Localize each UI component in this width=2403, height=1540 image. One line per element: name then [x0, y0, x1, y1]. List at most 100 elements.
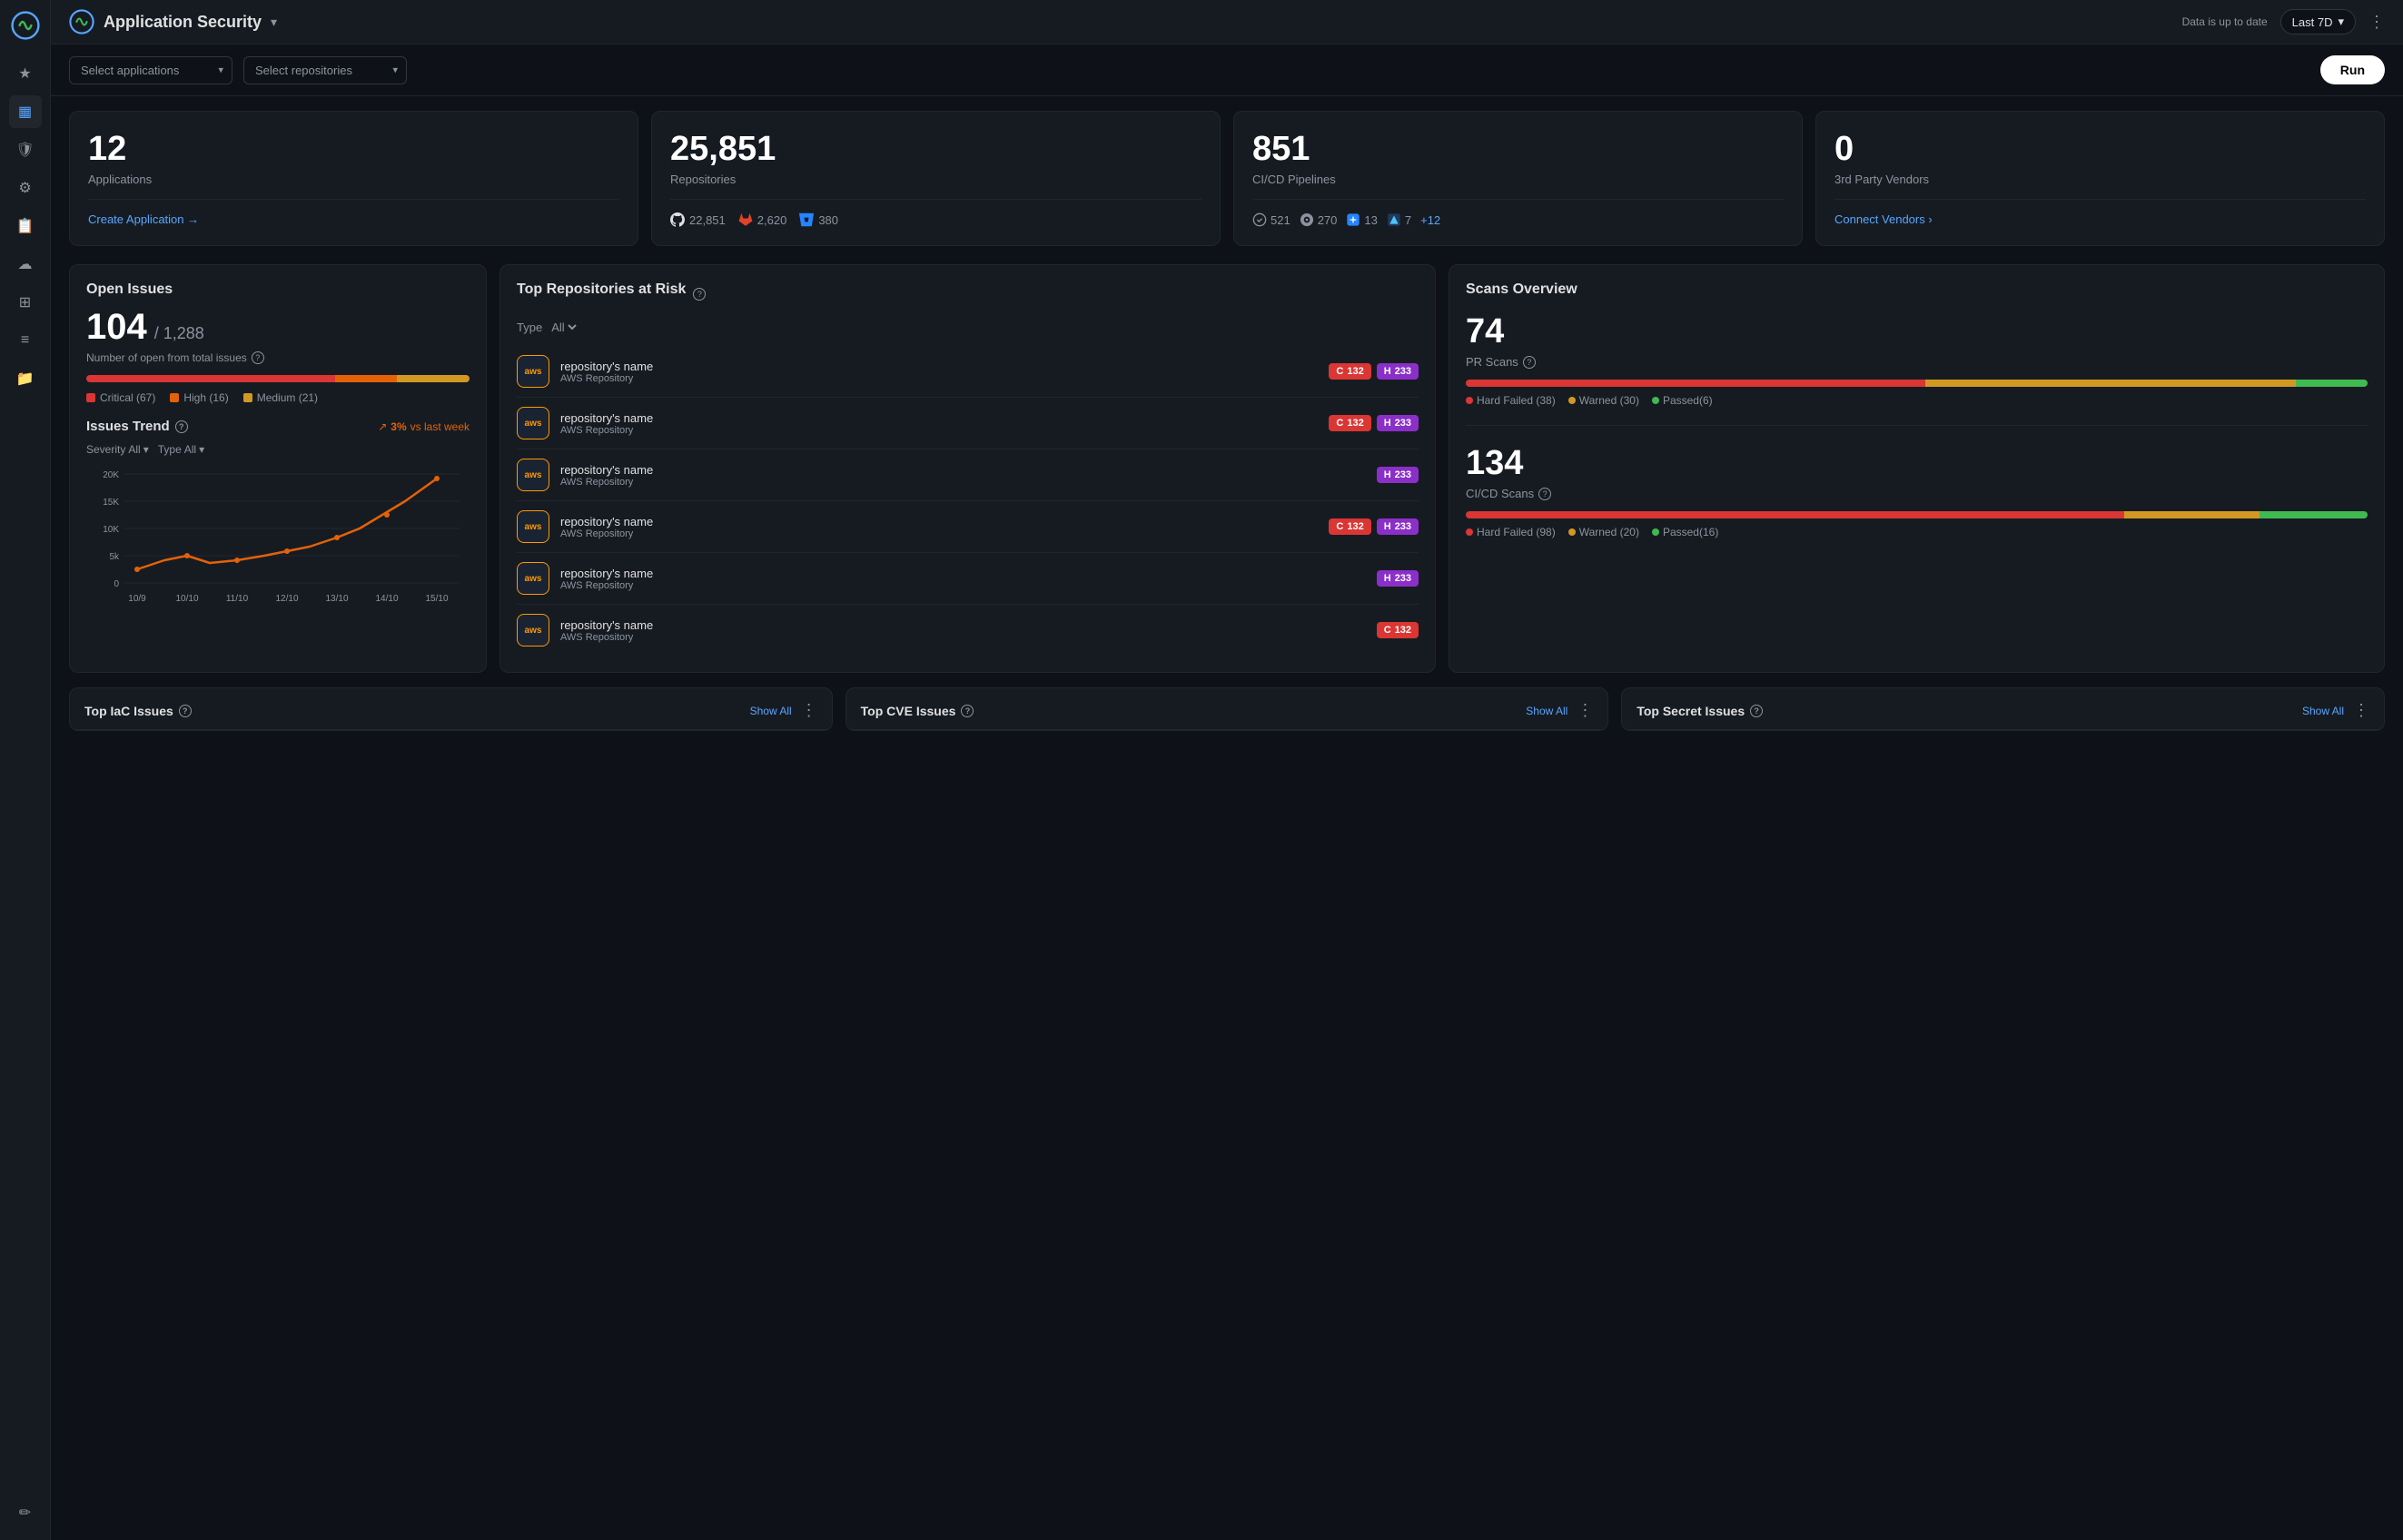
scans-title: Scans Overview [1466, 281, 2368, 298]
secret-issues-card: Top Secret Issues ? Show All ⋮ [1621, 687, 2385, 731]
sidebar-icon-gear[interactable]: ⚙ [9, 172, 42, 204]
github-icon [670, 212, 685, 227]
sidebar-icon-folder[interactable]: 📁 [9, 362, 42, 395]
repo-type: AWS Repository [560, 580, 1366, 591]
time-filter-button[interactable]: Last 7D ▾ [2280, 9, 2356, 35]
issues-trend-chart: 20K 15K 10K 5k 0 10/9 10/10 11/10 12/10 … [86, 465, 470, 628]
sidebar-icon-shield[interactable]: 🛡 [9, 133, 42, 166]
critical-badge: C 132 [1377, 622, 1419, 638]
trend-badge: ↗ 3% vs last week [378, 420, 470, 433]
applications-card: 12 Applications Create Application → [69, 111, 638, 246]
secret-help-icon[interactable]: ? [1750, 705, 1763, 717]
bottom-grid: Open Issues 104 / 1,288 Number of open f… [69, 264, 2385, 673]
sidebar-icon-cloud[interactable]: ☁ [9, 248, 42, 281]
h-label: H [1384, 573, 1391, 584]
trend-header: Issues Trend ? ↗ 3% vs last week [86, 419, 470, 434]
sidebar-icon-clipboard[interactable]: 📋 [9, 210, 42, 242]
pr-passed-bar [2296, 380, 2368, 387]
cve-issues-card: Top CVE Issues ? Show All ⋮ [846, 687, 1609, 731]
svg-text:10K: 10K [103, 525, 119, 535]
pipeline-tool-icon-2 [1300, 212, 1314, 227]
cicd-passed-legend: Passed(16) [1652, 526, 1718, 538]
title-dropdown-arrow[interactable]: ▾ [271, 15, 277, 30]
repo-type: AWS Repository [560, 477, 1366, 488]
repositories-card: 25,851 Repositories 22,851 2,620 [651, 111, 1221, 246]
pipeline-icon-4: 7 [1387, 212, 1411, 227]
iac-more-button[interactable]: ⋮ [801, 701, 817, 720]
create-application-link[interactable]: Create Application → [88, 212, 619, 226]
svg-text:12/10: 12/10 [275, 594, 298, 604]
pipeline-count-4: 7 [1405, 213, 1411, 227]
repo-badges: C 132 H 233 [1329, 415, 1419, 431]
applications-count: 12 [88, 130, 619, 169]
more-options-button[interactable]: ⋮ [2368, 13, 2385, 32]
cve-title: Top CVE Issues ? [861, 704, 974, 718]
top-repos-help-icon[interactable]: ? [693, 288, 706, 301]
cicd-scans-bar [1466, 511, 2368, 518]
cve-card-header: Top CVE Issues ? Show All ⋮ [846, 688, 1608, 730]
list-item: aws repository's name AWS Repository C 1… [517, 346, 1419, 398]
sidebar-icon-edit[interactable]: ✏ [9, 1496, 42, 1529]
repo-info: repository's name AWS Repository [560, 618, 1366, 643]
open-issues-help-icon[interactable]: ? [252, 351, 264, 364]
repo-name: repository's name [560, 463, 1366, 477]
secret-more-button[interactable]: ⋮ [2353, 701, 2369, 720]
iac-card-header: Top IaC Issues ? Show All ⋮ [70, 688, 832, 730]
run-button[interactable]: Run [2320, 55, 2385, 84]
severity-filter[interactable]: Severity All ▾ [86, 443, 149, 456]
type-filter[interactable]: Type All ▾ [158, 443, 204, 456]
gitlab-count: 2,620 [757, 213, 787, 227]
cicd-scans-legend: Hard Failed (98) Warned (20) Passed(16) [1466, 526, 2368, 538]
cve-show-all[interactable]: Show All [1526, 705, 1567, 717]
sidebar-icon-star[interactable]: ★ [9, 57, 42, 90]
type-filter-select[interactable]: All [548, 320, 579, 335]
cicd-scans-help-icon[interactable]: ? [1538, 488, 1551, 500]
pr-passed-legend: Passed(6) [1652, 394, 1713, 407]
sidebar-icon-grid[interactable]: ▦ [9, 95, 42, 128]
select-applications[interactable]: Select applications [69, 56, 232, 84]
open-issues-total: / 1,288 [154, 324, 204, 343]
repo-badges: H 233 [1377, 467, 1419, 483]
cve-more-button[interactable]: ⋮ [1577, 701, 1593, 720]
legend-dot-high [170, 393, 179, 402]
legend-critical: Critical (67) [86, 391, 155, 404]
sidebar-icon-list[interactable]: ≡ [9, 324, 42, 357]
pr-scans-label: PR Scans ? [1466, 355, 2368, 369]
pipeline-icon-2: 270 [1300, 212, 1338, 227]
pr-warned-legend: Warned (30) [1568, 394, 1639, 407]
secret-show-all[interactable]: Show All [2302, 705, 2344, 717]
list-item: aws repository's name AWS Repository C 1… [517, 501, 1419, 553]
iac-show-all[interactable]: Show All [750, 705, 792, 717]
select-repositories[interactable]: Select repositories [243, 56, 407, 84]
cicd-scans-label: CI/CD Scans ? [1466, 487, 2368, 500]
pr-warned-dot [1568, 397, 1576, 404]
c-label: C [1336, 366, 1343, 377]
cicd-failed-legend: Hard Failed (98) [1466, 526, 1556, 538]
iac-help-icon[interactable]: ? [179, 705, 192, 717]
open-issues-title: Open Issues [86, 281, 470, 298]
cve-help-icon[interactable]: ? [961, 705, 974, 717]
repo-badges: C 132 [1377, 622, 1419, 638]
pipeline-tool-icon-4 [1387, 212, 1401, 227]
vendors-card: 0 3rd Party Vendors Connect Vendors › [1815, 111, 2385, 246]
aws-logo-badge: aws [517, 510, 549, 543]
svg-text:11/10: 11/10 [226, 594, 249, 604]
pipeline-count-3: 13 [1364, 213, 1377, 227]
iac-actions: Show All ⋮ [750, 701, 817, 720]
gitlab-icon [738, 212, 753, 227]
github-count-item: 22,851 [670, 212, 726, 227]
repo-name: repository's name [560, 360, 1318, 373]
list-item: aws repository's name AWS Repository H 2… [517, 553, 1419, 605]
pipeline-icon-3: 13 [1346, 212, 1377, 227]
svg-text:10/10: 10/10 [175, 594, 198, 604]
trend-help-icon[interactable]: ? [175, 420, 188, 433]
connect-vendors-link[interactable]: Connect Vendors › [1834, 212, 2366, 226]
data-status: Data is up to date [2182, 15, 2268, 28]
pr-scans-help-icon[interactable]: ? [1523, 356, 1536, 369]
cicd-failed-bar [1466, 511, 2124, 518]
pipelines-more[interactable]: +12 [1420, 213, 1440, 227]
pipelines-count: 851 [1252, 130, 1784, 169]
sidebar-icon-apps[interactable]: ⊞ [9, 286, 42, 319]
top-repos-title: Top Repositories at Risk [517, 281, 686, 298]
type-filter-label: Type [517, 321, 542, 334]
